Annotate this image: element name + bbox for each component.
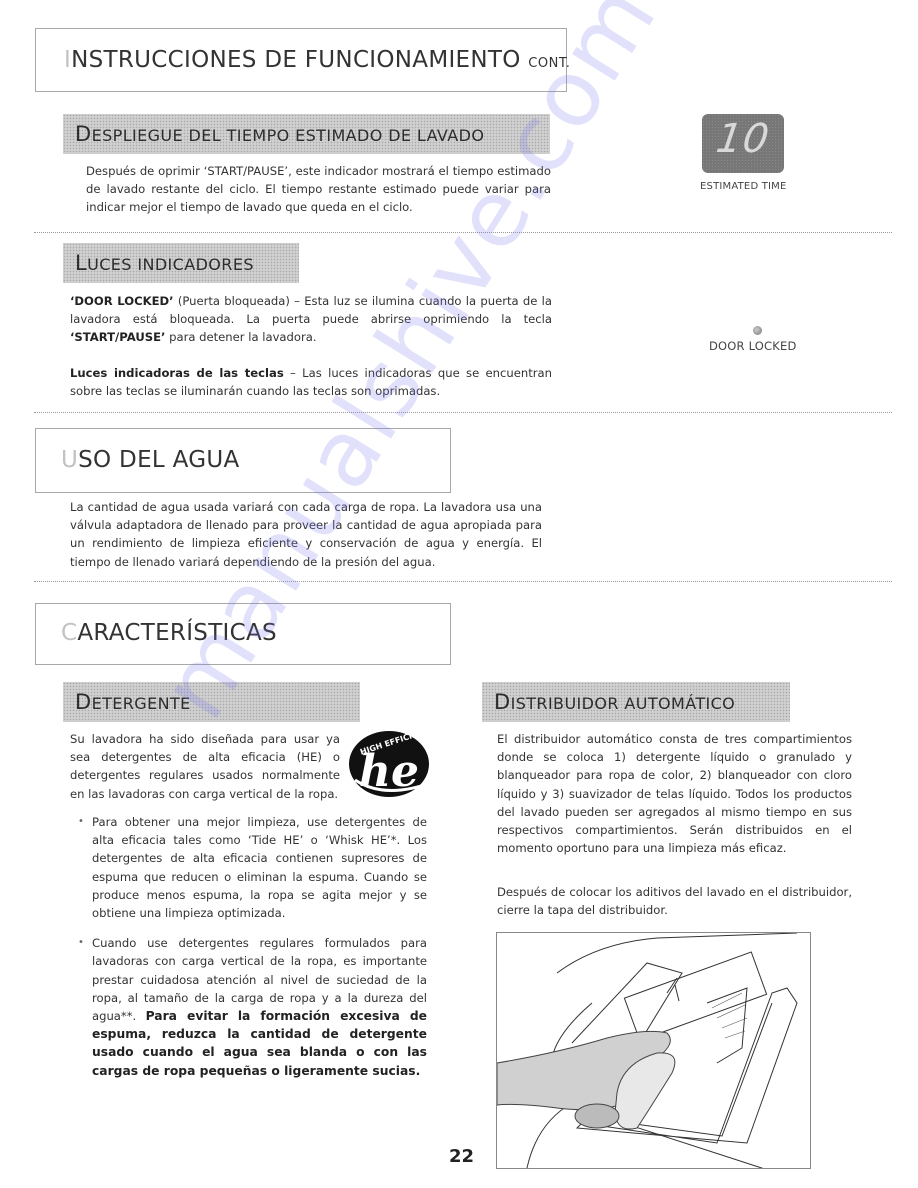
hand-filling-dispenser-illustration-icon xyxy=(496,932,798,1174)
title-text: ARACTERÍSTICAS xyxy=(77,620,277,646)
section-header-detergent: DETERGENTE xyxy=(63,682,360,722)
detergent-intro: Su lavadora ha sido diseñada para usar y… xyxy=(70,732,340,801)
heading-text: UCES INDICADORES xyxy=(87,255,254,274)
page-title: INSTRUCCIONES DE FUNCIONAMIENTO CONT. xyxy=(64,47,570,73)
section-heading: DETERGENTE xyxy=(75,690,191,714)
he-logo-main-text: he xyxy=(359,746,419,797)
dispenser-paragraph-2: Después de colocar los aditivos del lava… xyxy=(497,885,852,918)
section-heading: LUCES INDICADORES xyxy=(75,251,254,275)
heading-initial: D xyxy=(494,690,511,714)
dispenser-paragraph-1: El distribuidor automático consta de tre… xyxy=(497,732,852,856)
water-usage-title-box: USO DEL AGUA xyxy=(35,428,451,493)
section-heading: DISTRIBUIDOR AUTOMÁTICO xyxy=(494,690,735,714)
heading-text: ISTRIBUIDOR AUTOMÁTICO xyxy=(510,694,736,713)
door-locked-term: ‘DOOR LOCKED’ xyxy=(70,294,174,308)
page-title-box: INSTRUCCIONES DE FUNCIONAMIENTO CONT. xyxy=(35,28,570,92)
features-title-box: CARACTERÍSTICAS xyxy=(35,603,451,665)
page-number: 22 xyxy=(449,1146,475,1167)
door-locked-text-end: para detener la lavadora. xyxy=(165,330,317,345)
section-header-indicator-lights: LUCES INDICADORES xyxy=(63,243,299,283)
dispenser-illustration xyxy=(496,932,811,1174)
heading-initial: D xyxy=(75,122,92,146)
section-divider xyxy=(34,232,892,233)
estimated-time-display: 10 xyxy=(702,114,784,173)
detergent-bullets: Para obtener una mejor limpieza, use det… xyxy=(70,813,427,1092)
door-locked-label: DOOR LOCKED xyxy=(709,339,797,353)
start-pause-term: ‘START/PAUSE’ xyxy=(70,330,166,345)
section-divider xyxy=(34,581,892,582)
estimated-time-label: ESTIMATED TIME xyxy=(700,181,787,192)
estimated-time-digits: 10 xyxy=(713,116,773,162)
title-text: SO DEL AGUA xyxy=(78,447,240,473)
he-logo: HIGH EFFICIENCY he xyxy=(345,720,437,804)
detergent-bullet-2: Cuando use detergentes regulares formula… xyxy=(70,934,427,1080)
title-initial: U xyxy=(61,447,79,473)
heading-initial: L xyxy=(75,251,88,275)
door-locked-paragraph: ‘DOOR LOCKED’ (Puerta bloqueada) – Esta … xyxy=(70,292,552,347)
section-header-dispenser: DISTRIBUIDOR AUTOMÁTICO xyxy=(482,682,790,722)
title-initial: C xyxy=(61,620,78,646)
heading-text: ETERGENTE xyxy=(91,694,191,713)
key-lights-paragraph: Luces indicadoras de las teclas – Las lu… xyxy=(70,364,552,400)
section-heading: DESPLIEGUE DEL TIEMPO ESTIMADO DE LAVADO xyxy=(75,122,484,146)
water-usage-title: USO DEL AGUA xyxy=(61,447,240,473)
page-title-text: NSTRUCCIONES DE FUNCIONAMIENTO xyxy=(71,47,521,73)
water-usage-paragraph: La cantidad de agua usada variará con ca… xyxy=(70,500,542,569)
key-lights-term: Luces indicadoras de las teclas xyxy=(70,366,284,380)
heading-text: ESPLIEGUE DEL TIEMPO ESTIMADO DE LAVADO xyxy=(91,126,485,145)
section-header-estimated-time: DESPLIEGUE DEL TIEMPO ESTIMADO DE LAVADO xyxy=(63,114,550,154)
detergent-bullet-1: Para obtener una mejor limpieza, use det… xyxy=(70,813,427,922)
door-locked-led-icon xyxy=(753,326,762,335)
estimated-time-paragraph: Después de oprimir ‘START/PAUSE’, este i… xyxy=(86,164,551,215)
high-efficiency-logo-icon: HIGH EFFICIENCY he xyxy=(349,724,436,797)
features-title: CARACTERÍSTICAS xyxy=(61,620,277,646)
section-divider xyxy=(34,412,892,413)
heading-initial: D xyxy=(75,690,92,714)
page-title-suffix: CONT. xyxy=(528,56,571,71)
